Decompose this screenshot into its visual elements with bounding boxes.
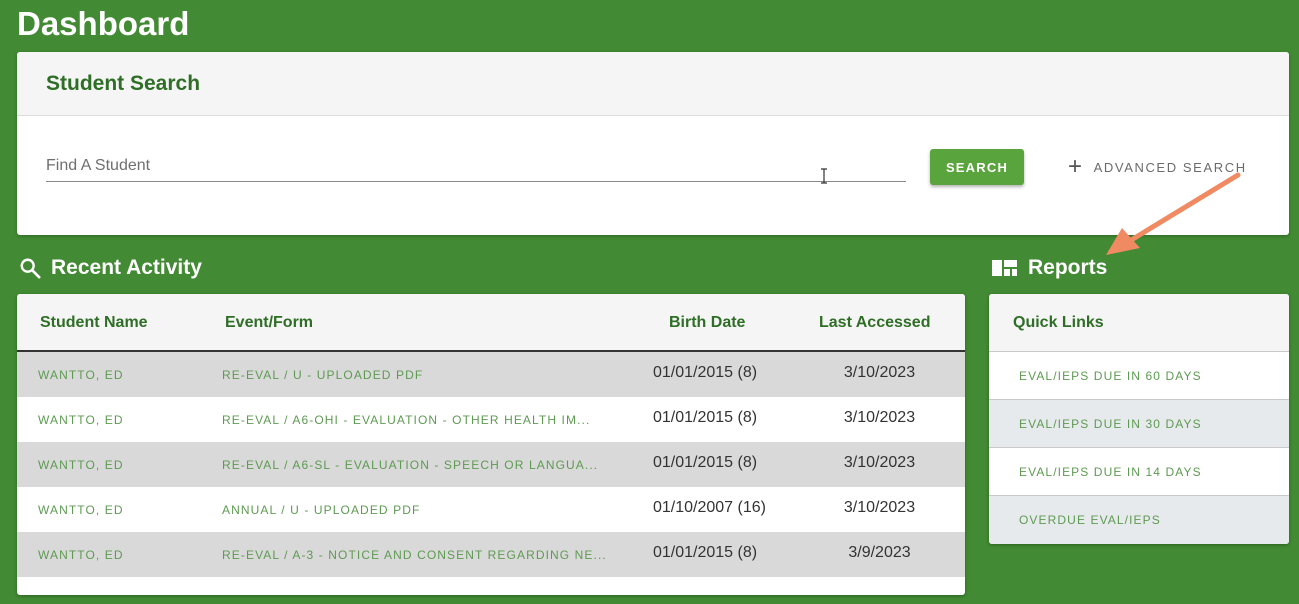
birth-date: 01/01/2015 (8) [653, 409, 758, 426]
recent-activity-table: Student Name Event/Form Birth Date Last … [17, 294, 965, 595]
last-accessed: 3/10/2023 [843, 409, 916, 426]
quick-link-due-60-days[interactable]: EVAL/IEPS DUE IN 60 DAYS [989, 352, 1289, 400]
table-header: Student Name Event/Form Birth Date Last … [17, 294, 965, 352]
last-accessed: 3/10/2023 [843, 499, 916, 516]
table-row[interactable]: WANTTO, ED RE-EVAL / A6-OHI - EVALUATION… [17, 397, 965, 442]
reports-title: Reports [1028, 256, 1108, 279]
student-search-header: Student Search [17, 52, 1289, 116]
plus-icon: + [1068, 153, 1084, 180]
event-form-link[interactable]: RE-EVAL / A-3 - NOTICE AND CONSENT REGAR… [222, 548, 607, 562]
reports-heading: Reports [991, 256, 1107, 280]
birth-date: 01/01/2015 (8) [653, 364, 758, 381]
page-title: Dashboard [17, 5, 190, 42]
event-form-link[interactable]: RE-EVAL / U - UPLOADED PDF [222, 368, 423, 382]
student-name-link[interactable]: WANTTO, ED [38, 458, 124, 472]
search-icon [20, 258, 41, 279]
annotation-arrow-icon [1106, 172, 1241, 255]
table-row[interactable]: WANTTO, ED ANNUAL / U - UPLOADED PDF 01/… [17, 487, 965, 532]
recent-activity-title: Recent Activity [51, 256, 202, 279]
column-header-birth-date[interactable]: Birth Date [669, 314, 745, 332]
quick-link-due-14-days[interactable]: EVAL/IEPS DUE IN 14 DAYS [989, 448, 1289, 496]
event-form-link[interactable]: RE-EVAL / A6-OHI - EVALUATION - OTHER HE… [222, 413, 590, 427]
student-search-title: Student Search [46, 71, 201, 95]
quick-links-title: Quick Links [989, 294, 1289, 352]
birth-date: 01/01/2015 (8) [653, 454, 758, 471]
find-student-input[interactable] [46, 150, 906, 182]
table-row[interactable]: WANTTO, ED RE-EVAL / A6-SL - EVALUATION … [17, 442, 965, 487]
last-accessed: 3/10/2023 [843, 364, 916, 381]
column-header-event-form[interactable]: Event/Form [225, 314, 313, 332]
event-form-link[interactable]: ANNUAL / U - UPLOADED PDF [222, 503, 420, 517]
column-header-last-accessed[interactable]: Last Accessed [819, 314, 930, 332]
dashboard-icon [992, 260, 1017, 276]
birth-date: 01/10/2007 (16) [653, 499, 766, 516]
student-name-link[interactable]: WANTTO, ED [38, 503, 124, 517]
student-search-card: Student Search SEARCH + ADVANCED SEARCH [17, 52, 1289, 235]
last-accessed: 3/10/2023 [843, 454, 916, 471]
quick-link-due-30-days[interactable]: EVAL/IEPS DUE IN 30 DAYS [989, 400, 1289, 448]
table-row[interactable]: WANTTO, ED RE-EVAL / U - UPLOADED PDF 01… [17, 352, 965, 397]
search-button[interactable]: SEARCH [930, 149, 1024, 185]
event-form-link[interactable]: RE-EVAL / A6-SL - EVALUATION - SPEECH OR… [222, 458, 598, 472]
quick-links-card: Quick Links EVAL/IEPS DUE IN 60 DAYS EVA… [989, 294, 1289, 544]
birth-date: 01/01/2015 (8) [653, 544, 758, 561]
student-name-link[interactable]: WANTTO, ED [38, 368, 124, 382]
last-accessed: 3/9/2023 [848, 544, 911, 561]
quick-link-overdue[interactable]: OVERDUE EVAL/IEPS [989, 496, 1289, 544]
text-cursor-icon [821, 168, 827, 184]
student-name-link[interactable]: WANTTO, ED [38, 548, 124, 562]
recent-activity-heading: Recent Activity [19, 256, 202, 280]
table-row[interactable]: WANTTO, ED RE-EVAL / A-3 - NOTICE AND CO… [17, 532, 965, 577]
column-header-student-name[interactable]: Student Name [40, 314, 148, 332]
student-name-link[interactable]: WANTTO, ED [38, 413, 124, 427]
